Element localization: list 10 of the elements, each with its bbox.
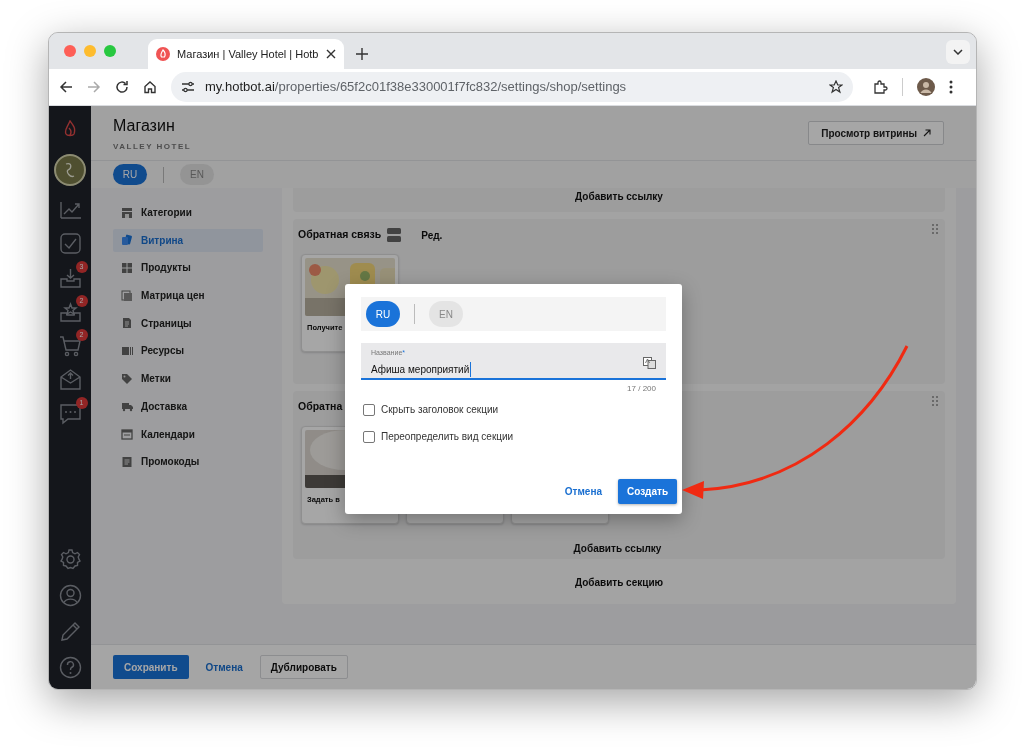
field-value: Афиша мероприятий — [371, 361, 472, 377]
checkbox-label: Переопределить вид секции — [381, 430, 514, 444]
checkbox-label: Скрыть заголовок секции — [381, 403, 499, 417]
section-title: Обратна — [298, 399, 343, 415]
property-name: VALLEY HOTEL — [113, 140, 192, 153]
tab-title: Магазин | Valley Hotel | Hotb — [177, 46, 319, 62]
page-title: Магазин — [113, 115, 176, 136]
section-title: Обратная связь — [298, 227, 382, 243]
url-text: my.hotbot.ai/properties/65f2c01f38e330001f7fc832/settings/shop/settings — [205, 78, 628, 97]
character-counter: 17 / 200 — [627, 383, 656, 395]
